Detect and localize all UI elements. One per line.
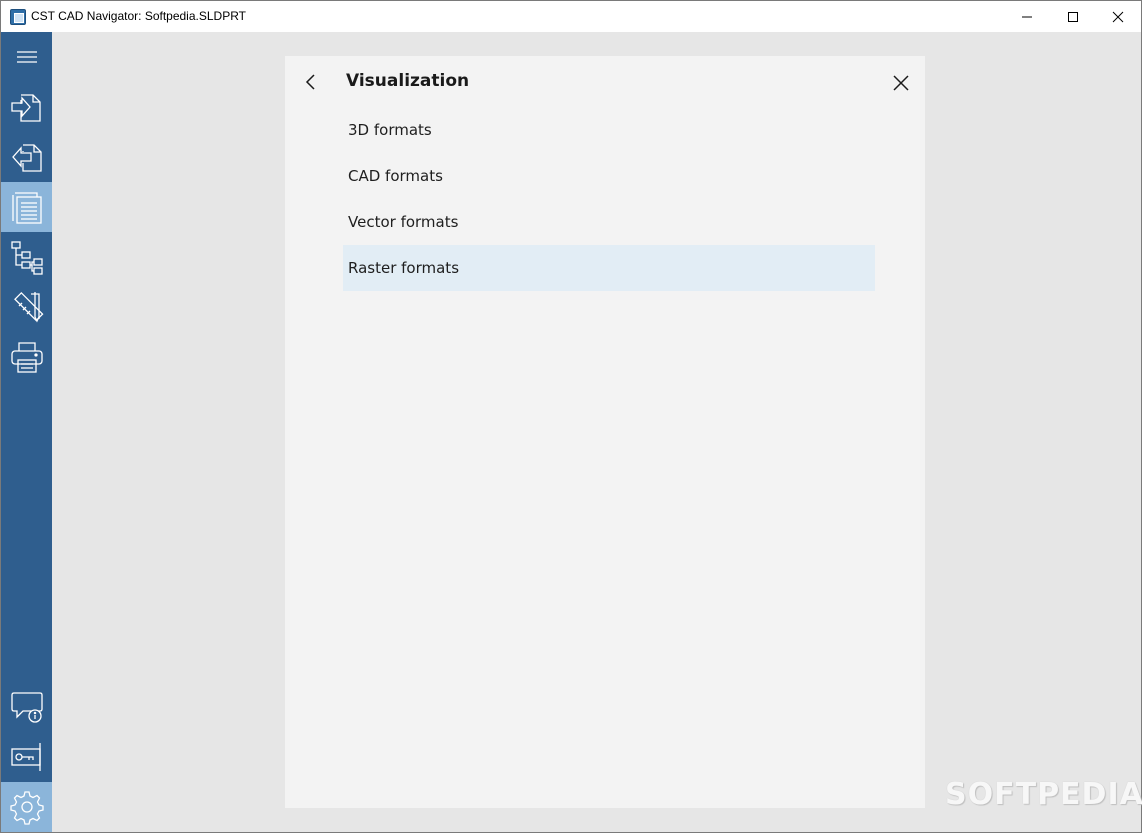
list-item-3d-formats[interactable]: 3D formats [343, 107, 875, 153]
file-import-icon [10, 94, 41, 122]
sidebar [1, 32, 52, 832]
printer-icon [10, 342, 43, 373]
window-close-button[interactable] [1095, 1, 1141, 32]
chevron-left-icon [305, 74, 315, 90]
app-logo-icon [10, 9, 26, 25]
document-list-icon [11, 192, 42, 224]
settings-button[interactable] [1, 782, 52, 832]
maximize-button[interactable] [1050, 1, 1096, 32]
list-item-vector-formats[interactable]: Vector formats [343, 199, 875, 245]
main-content: Visualization 3D formats CAD formats Vec… [52, 32, 1141, 832]
panel-close-button[interactable] [887, 69, 915, 97]
minimize-button[interactable] [1004, 1, 1050, 32]
chat-info-icon [10, 692, 43, 723]
close-icon [1112, 11, 1124, 22]
measure-button[interactable] [1, 282, 52, 332]
tree-structure-icon [10, 241, 43, 275]
minimize-icon [1022, 16, 1032, 17]
structure-button[interactable] [1, 232, 52, 282]
title-bar[interactable]: CST CAD Navigator: Softpedia.SLDPRT [1, 1, 1141, 32]
app-window: CST CAD Navigator: Softpedia.SLDPRT Visu… [0, 0, 1142, 833]
print-button[interactable] [1, 332, 52, 382]
license-key-icon [10, 743, 41, 771]
hamburger-menu-icon [16, 51, 37, 63]
list-item-cad-formats[interactable]: CAD formats [343, 153, 875, 199]
maximize-icon [1068, 11, 1078, 22]
softpedia-watermark: SOFTPEDIA [945, 777, 1142, 812]
ruler-pencil-icon [13, 291, 43, 323]
list-item-raster-formats[interactable]: Raster formats [343, 245, 875, 291]
export-button[interactable] [1, 132, 52, 182]
visualization-panel: Visualization 3D formats CAD formats Vec… [285, 56, 925, 808]
panel-title: Visualization [346, 71, 470, 91]
close-icon [893, 75, 909, 91]
feedback-button[interactable] [1, 682, 52, 732]
import-button[interactable] [1, 82, 52, 132]
documents-button[interactable] [1, 182, 52, 232]
format-list: 3D formats CAD formats Vector formats Ra… [343, 107, 875, 291]
back-button[interactable] [297, 68, 325, 96]
gear-icon [9, 791, 44, 825]
license-button[interactable] [1, 732, 52, 782]
file-export-icon [11, 144, 42, 172]
menu-button[interactable] [1, 32, 52, 82]
window-title: CST CAD Navigator: Softpedia.SLDPRT [31, 9, 246, 23]
